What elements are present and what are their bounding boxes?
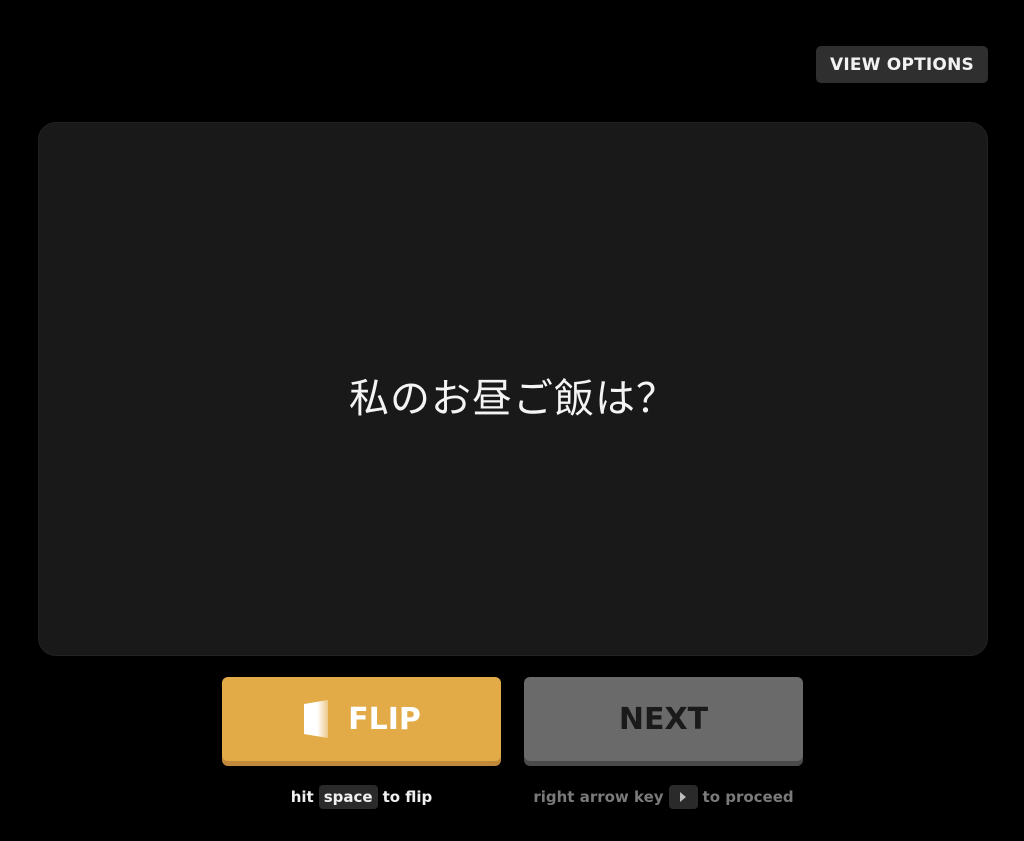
next-hint-suffix: to proceed xyxy=(702,788,794,806)
right-arrow-key-badge xyxy=(668,785,698,809)
next-button[interactable]: NEXT xyxy=(524,677,803,761)
flip-card-icon xyxy=(302,699,332,739)
card-prompt: 私のお昼ご飯は？ xyxy=(349,376,677,422)
flashcard-page: VIEW OPTIONS 私のお昼ご飯は？ FLIP NEXT hit spac… xyxy=(0,0,1024,841)
right-arrow-icon xyxy=(680,792,687,802)
flip-button[interactable]: FLIP xyxy=(222,677,501,761)
flip-button-label: FLIP xyxy=(348,701,421,737)
next-hint-prefix: right arrow key xyxy=(533,788,664,806)
flip-hint: hit space to flip xyxy=(222,784,501,810)
space-key-badge: space xyxy=(318,785,378,809)
next-button-label: NEXT xyxy=(618,701,709,737)
flip-hint-suffix: to flip xyxy=(382,788,433,806)
view-options-button[interactable]: VIEW OPTIONS xyxy=(816,46,988,83)
flashcard[interactable]: 私のお昼ご飯は？ xyxy=(38,122,988,656)
next-hint: right arrow key to proceed xyxy=(524,784,803,810)
flip-hint-prefix: hit xyxy=(290,788,314,806)
